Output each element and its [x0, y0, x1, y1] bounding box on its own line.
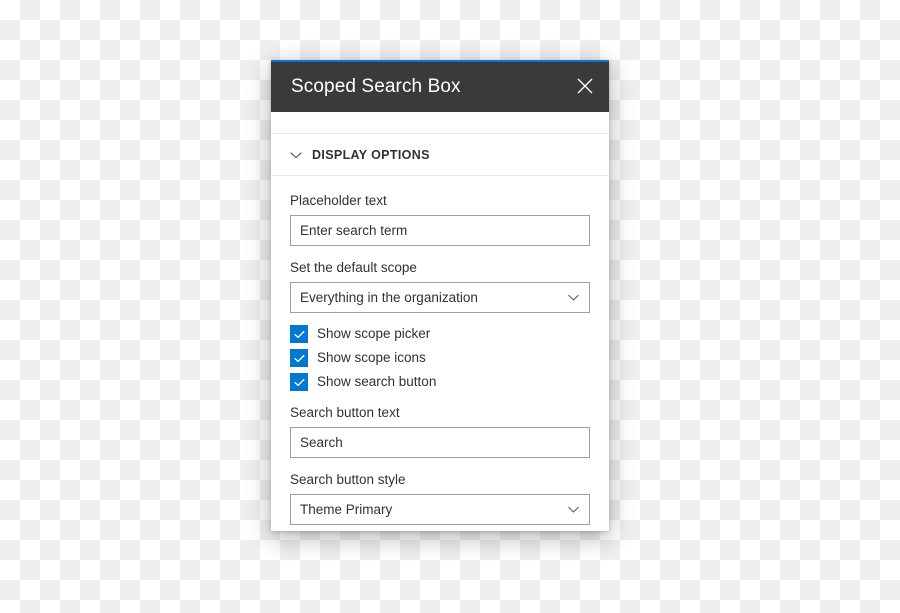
canvas: Scoped Search Box DISPLAY OPTIONS Placeh… — [0, 0, 900, 613]
label-search-button-text: Search button text — [290, 405, 400, 420]
checkbox-show-search-button[interactable]: Show search button — [290, 370, 590, 394]
checkbox-checked-icon — [290, 325, 308, 343]
checkbox-checked-icon — [290, 373, 308, 391]
label-search-button-style: Search button style — [290, 472, 406, 487]
panel-body: DISPLAY OPTIONS Placeholder text Enter s… — [271, 112, 609, 531]
placeholder-text-value: Enter search term — [300, 223, 408, 238]
placeholder-text-input[interactable]: Enter search term — [290, 215, 590, 246]
panel-toolbar-area — [271, 112, 609, 134]
checkbox-label: Show scope icons — [317, 350, 426, 365]
default-scope-dropdown[interactable]: Everything in the organization — [290, 282, 590, 313]
panel-accent-bar — [271, 60, 609, 62]
default-scope-value: Everything in the organization — [300, 290, 478, 305]
property-pane-panel: Scoped Search Box DISPLAY OPTIONS Placeh… — [271, 60, 609, 531]
checkbox-checked-icon — [290, 349, 308, 367]
checkbox-label: Show search button — [317, 374, 437, 389]
close-button[interactable] — [561, 60, 609, 112]
panel-header: Scoped Search Box — [271, 60, 609, 112]
page-title: Scoped Search Box — [291, 75, 461, 97]
checkbox-show-scope-picker[interactable]: Show scope picker — [290, 322, 590, 346]
section-header-display-options[interactable]: DISPLAY OPTIONS — [271, 134, 609, 176]
chevron-down-icon — [567, 503, 580, 516]
search-button-text-value: Search — [300, 435, 343, 450]
section-title: DISPLAY OPTIONS — [312, 147, 430, 162]
fields-container: Placeholder text Enter search term Set t… — [271, 176, 609, 525]
search-button-text-input[interactable]: Search — [290, 427, 590, 458]
close-icon — [575, 76, 595, 96]
search-button-style-dropdown[interactable]: Theme Primary — [290, 494, 590, 525]
search-button-style-value: Theme Primary — [300, 502, 393, 517]
checkbox-show-scope-icons[interactable]: Show scope icons — [290, 346, 590, 370]
label-placeholder-text: Placeholder text — [290, 193, 387, 208]
chevron-down-icon — [289, 148, 303, 162]
label-default-scope: Set the default scope — [290, 260, 417, 275]
checkbox-list: Show scope picker Show scope icons Show … — [290, 322, 590, 394]
chevron-down-icon — [567, 291, 580, 304]
checkbox-label: Show scope picker — [317, 326, 431, 341]
